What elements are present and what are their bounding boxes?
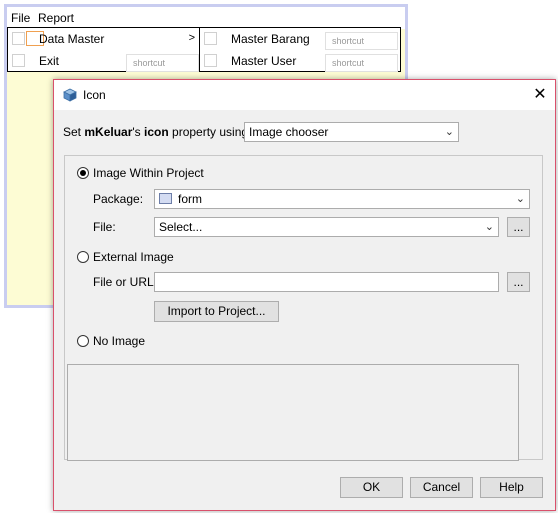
chevron-down-icon: ⌄ [515, 193, 525, 205]
help-button[interactable]: Help [480, 477, 543, 498]
icon-dialog: Icon ✕ Set mKeluar's icon property using… [53, 79, 556, 511]
menu-file[interactable]: File [11, 11, 30, 25]
cube-icon [63, 88, 77, 102]
chevron-down-icon: ⌄ [444, 126, 454, 138]
import-to-project-button[interactable]: Import to Project... [154, 301, 279, 322]
menu-item-label: Master User [231, 54, 297, 68]
image-preview-area [67, 364, 519, 461]
menu-item-data-master[interactable]: Data Master > [8, 28, 199, 50]
package-select[interactable]: form ⌄ [154, 189, 530, 209]
set-prefix-text: Set [63, 125, 85, 139]
checkbox-icon [12, 54, 25, 67]
mode-select[interactable]: Image chooser ⌄ [244, 122, 459, 142]
property-name: icon [144, 125, 169, 139]
no-image-label: No Image [93, 334, 146, 348]
image-within-project-label: Image Within Project [93, 166, 204, 180]
chevron-right-icon: > [188, 32, 195, 44]
external-image-label: External Image [93, 250, 174, 264]
checkbox-icon [204, 32, 217, 45]
package-select-value: form [178, 192, 202, 206]
cancel-button[interactable]: Cancel [410, 477, 473, 498]
radio-external-image[interactable] [77, 251, 89, 263]
file-menu-popup: Data Master > Exit shortcut [7, 27, 200, 72]
dialog-titlebar[interactable]: Icon ✕ [54, 80, 555, 110]
browse-url-button[interactable]: ... [507, 272, 530, 292]
possessive-text: 's [132, 125, 145, 139]
file-select-value: Select... [159, 220, 203, 234]
set-property-label: Set mKeluar's icon property using: [63, 125, 251, 139]
checkbox-icon [204, 54, 217, 67]
checkbox-icon [12, 32, 25, 45]
folder-icon [159, 193, 172, 205]
browse-file-button[interactable]: ... [507, 217, 530, 237]
chevron-down-icon: ⌄ [484, 221, 494, 233]
file-select[interactable]: Select... ⌄ [154, 217, 499, 237]
radio-image-within-project[interactable] [77, 167, 89, 179]
file-or-url-input[interactable] [154, 272, 499, 292]
data-master-submenu: Master Barang shortcut Master User short… [199, 27, 401, 72]
shortcut-field: shortcut [126, 54, 199, 72]
set-suffix-text: property using: [168, 125, 252, 139]
menu-item-master-barang[interactable]: Master Barang shortcut [200, 28, 400, 50]
menu-report[interactable]: Report [38, 11, 74, 25]
ok-button[interactable]: OK [340, 477, 403, 498]
menu-item-master-user[interactable]: Master User shortcut [200, 50, 400, 72]
component-name: mKeluar [84, 125, 133, 139]
menu-item-exit[interactable]: Exit shortcut [8, 50, 199, 72]
shortcut-field: shortcut [325, 54, 398, 72]
radio-no-image[interactable] [77, 335, 89, 347]
file-label: File: [93, 220, 116, 234]
file-or-url-label: File or URL: [93, 275, 158, 289]
dialog-title: Icon [83, 88, 106, 102]
package-label: Package: [93, 192, 144, 206]
menu-item-label: Master Barang [231, 32, 310, 46]
close-icon[interactable]: ✕ [525, 80, 555, 110]
menu-item-label: Data Master [39, 32, 105, 46]
mode-select-value: Image chooser [249, 125, 329, 139]
menu-bar: File Report [7, 7, 405, 29]
shortcut-field: shortcut [325, 32, 398, 50]
menu-item-label: Exit [39, 54, 60, 68]
